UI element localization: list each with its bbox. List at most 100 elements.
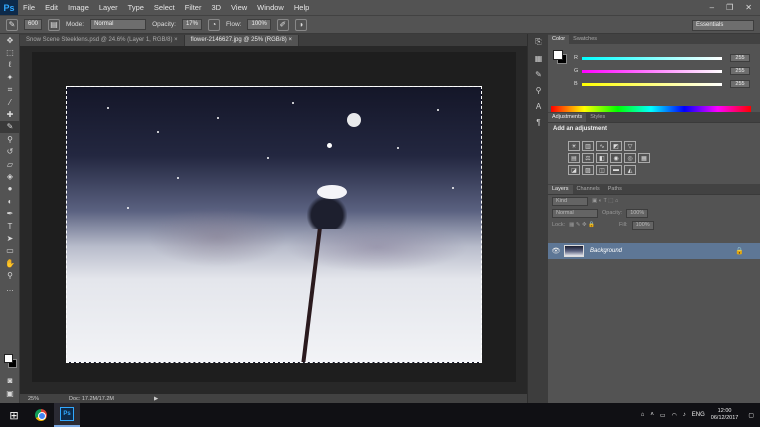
move-tool-icon[interactable]: ✥ — [0, 34, 20, 46]
mode-select[interactable]: Normal — [90, 19, 147, 30]
menu-select[interactable]: Select — [149, 0, 180, 15]
brush-tool-icon[interactable]: ✎ — [0, 120, 20, 134]
red-value[interactable]: 255 — [730, 54, 750, 62]
workspace-select[interactable]: Essentials — [692, 20, 754, 31]
lock-options-icons[interactable]: ▦ ✎ ✥ 🔒 — [569, 222, 595, 228]
crop-tool-icon[interactable]: ⌗ — [0, 84, 20, 96]
document-canvas-photo[interactable] — [66, 86, 482, 363]
type-tool-icon[interactable]: T — [0, 220, 20, 232]
doc-tab-flower[interactable]: flower-2146627.jpg @ 25% (RGB/8) × — [184, 35, 299, 46]
path-select-tool-icon[interactable]: ➤ — [0, 232, 20, 244]
tab-swatches[interactable]: Swatches — [569, 35, 601, 44]
menu-file[interactable]: File — [18, 0, 40, 15]
layer-name[interactable]: Background — [590, 248, 622, 254]
blue-value[interactable]: 255 — [730, 80, 750, 88]
blur-tool-icon[interactable]: ● — [0, 183, 20, 195]
menu-image[interactable]: Image — [63, 0, 94, 15]
tab-layers[interactable]: Layers — [548, 185, 573, 194]
volume-icon[interactable]: ♪ — [683, 412, 686, 418]
brush-panel-toggle-icon[interactable]: ▤ — [48, 18, 61, 31]
doc-tab-snow-scene[interactable]: Snow Scene Steeklens.psd @ 24.6% (Layer … — [20, 35, 185, 46]
brush-presets-icon[interactable]: ✎ — [528, 66, 549, 82]
blend-mode-select[interactable]: Normal — [552, 208, 598, 218]
flow-input[interactable]: 100% — [247, 19, 271, 30]
posterize-icon[interactable]: ▨ — [582, 165, 594, 175]
clone-source-icon[interactable]: ⚲ — [528, 82, 549, 98]
brightness-contrast-icon[interactable]: ☀ — [568, 141, 580, 151]
language-indicator[interactable]: ENG — [692, 412, 705, 418]
zoom-level[interactable]: 25% — [28, 396, 39, 402]
minimize-icon[interactable]: – — [710, 3, 714, 12]
chrome-taskbar-button[interactable] — [28, 403, 54, 427]
pressure-opacity-icon[interactable]: ◔ — [207, 18, 220, 31]
screen-mode-icon[interactable]: ▣ — [0, 387, 20, 399]
brush-size-picker[interactable]: 600 — [24, 19, 43, 30]
history-brush-tool-icon[interactable]: ↺ — [0, 146, 20, 158]
action-center-icon[interactable]: ▢ — [748, 412, 754, 419]
marquee-tool-icon[interactable]: ⬚ — [0, 46, 20, 58]
foreground-color-swatch[interactable] — [4, 354, 13, 363]
brush-tool-preset-icon[interactable]: ✎ — [6, 18, 18, 31]
visibility-eye-icon[interactable]: 👁 — [548, 247, 564, 255]
properties-panel-icon[interactable]: ▦ — [528, 50, 549, 66]
color-balance-icon[interactable]: ⚖ — [582, 153, 594, 163]
filter-icons[interactable]: ▣ ◐ T ⬚ ⌂ — [592, 198, 618, 204]
threshold-icon[interactable]: ◫ — [596, 165, 608, 175]
pressure-size-icon[interactable]: ◑ — [294, 18, 307, 31]
photoshop-taskbar-button[interactable]: Ps — [54, 403, 80, 427]
show-hidden-icons-icon[interactable]: ˄ — [650, 412, 654, 418]
layer-row-background[interactable]: 👁 Background 🔒 — [548, 243, 760, 259]
history-panel-icon[interactable]: ⎘ — [528, 34, 549, 50]
zoom-tool-icon[interactable]: ⚲ — [0, 269, 20, 281]
menu-filter[interactable]: Filter — [180, 0, 207, 15]
eraser-tool-icon[interactable]: ▱ — [0, 158, 20, 170]
clock[interactable]: 12:00 06/12/2017 — [711, 408, 739, 422]
menu-edit[interactable]: Edit — [40, 0, 63, 15]
lasso-tool-icon[interactable]: ℓ — [0, 59, 20, 71]
quick-mask-icon[interactable]: ◙ — [0, 374, 20, 386]
hue-saturation-icon[interactable]: ▤ — [568, 153, 580, 163]
tab-color[interactable]: Color — [548, 35, 570, 44]
vibrance-icon[interactable]: ▽ — [624, 141, 636, 151]
menu-view[interactable]: View — [226, 0, 252, 15]
photoshop-logo[interactable]: Ps — [0, 0, 18, 15]
menu-layer[interactable]: Layer — [94, 0, 123, 15]
airbrush-icon[interactable]: ✐ — [276, 18, 289, 31]
status-arrow-icon[interactable]: ▶ — [154, 396, 158, 402]
green-slider[interactable] — [582, 69, 722, 73]
selective-color-icon[interactable]: ◭ — [624, 165, 636, 175]
tab-paths[interactable]: Paths — [604, 185, 626, 194]
pen-tool-icon[interactable]: ✒ — [0, 207, 20, 219]
layer-fill-input[interactable]: 100% — [631, 220, 654, 230]
eyedropper-tool-icon[interactable]: ⁄ — [0, 96, 20, 108]
black-white-icon[interactable]: ◧ — [596, 153, 608, 163]
color-panel-foreground-swatch[interactable] — [553, 50, 563, 60]
edit-toolbar-icon[interactable]: … — [0, 282, 20, 294]
green-value[interactable]: 255 — [730, 67, 750, 75]
tab-adjustments[interactable]: Adjustments — [548, 113, 587, 122]
clone-stamp-tool-icon[interactable]: ⚲ — [0, 133, 20, 145]
levels-icon[interactable]: ▥ — [582, 141, 594, 151]
rectangle-tool-icon[interactable]: ▭ — [0, 245, 20, 257]
channel-mixer-icon[interactable]: ◎ — [624, 153, 636, 163]
character-panel-icon[interactable]: A — [528, 98, 549, 114]
healing-brush-tool-icon[interactable]: ✚ — [0, 108, 20, 120]
menu-3d[interactable]: 3D — [206, 0, 226, 15]
opacity-input[interactable]: 17% — [181, 19, 202, 30]
curves-icon[interactable]: ∿ — [596, 141, 608, 151]
color-lookup-icon[interactable]: ▦ — [638, 153, 650, 163]
layer-opacity-input[interactable]: 100% — [626, 208, 649, 218]
restore-icon[interactable]: ❐ — [726, 3, 733, 12]
battery-icon[interactable]: ▭ — [660, 412, 666, 419]
color-spectrum-ramp[interactable] — [551, 106, 751, 112]
tab-channels[interactable]: Channels — [573, 185, 604, 194]
paint-bucket-tool-icon[interactable]: ◈ — [0, 170, 20, 182]
dodge-tool-icon[interactable]: ◐ — [0, 195, 20, 207]
hand-tool-icon[interactable]: ✋ — [0, 257, 20, 269]
exposure-icon[interactable]: ◩ — [610, 141, 622, 151]
photo-filter-icon[interactable]: ◉ — [610, 153, 622, 163]
blue-slider[interactable] — [582, 82, 722, 86]
windows-start-icon[interactable]: ⊞ — [0, 403, 28, 427]
invert-icon[interactable]: ◪ — [568, 165, 580, 175]
tab-styles[interactable]: Styles — [586, 113, 609, 122]
